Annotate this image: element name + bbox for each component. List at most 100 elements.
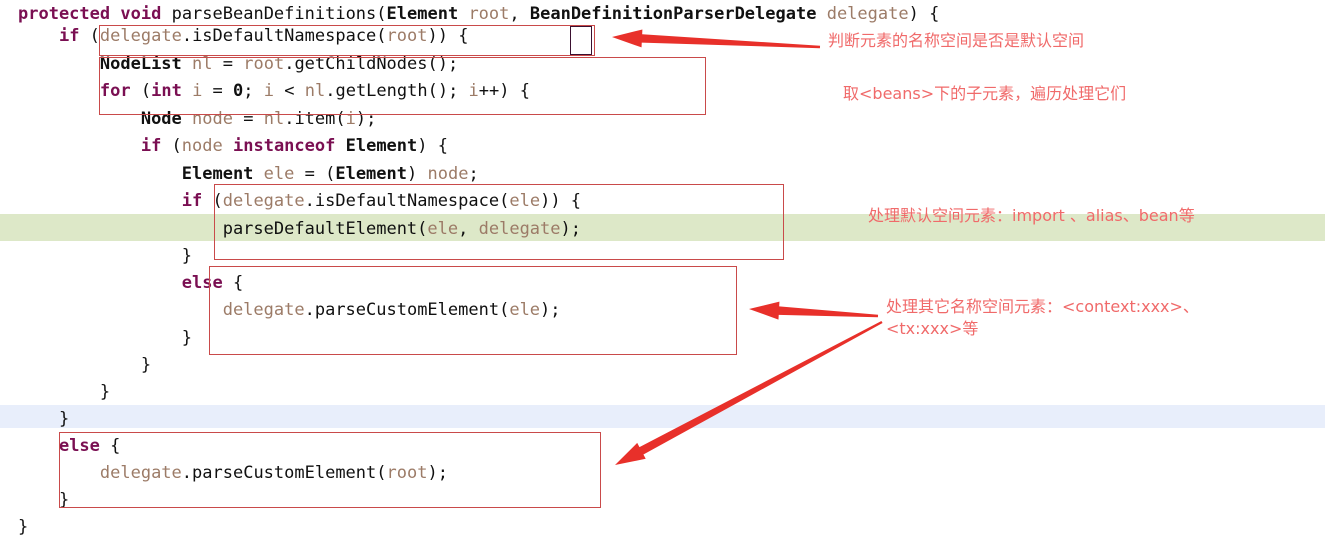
code-token: . <box>304 191 315 211</box>
code-token: if <box>181 191 203 211</box>
code-token: ) { <box>417 136 448 156</box>
code-token: parseDefaultElement <box>222 219 418 239</box>
code-line[interactable]: } <box>18 245 192 267</box>
code-line[interactable]: } <box>18 381 110 403</box>
code-token: else <box>58 436 100 456</box>
code-token: delegate <box>826 4 909 24</box>
code-line[interactable]: Element ele = (Element) node; <box>18 163 479 185</box>
code-token: Node <box>140 109 182 129</box>
code-token: parseCustomElement <box>314 300 500 320</box>
code-token: } <box>18 246 192 266</box>
code-token: ( <box>417 219 428 239</box>
code-line[interactable]: else { <box>18 272 243 294</box>
code-line[interactable]: if (delegate.isDefaultNamespace(root)) { <box>18 25 469 47</box>
code-annotation-screenshot: protected void parseBeanDefinitions(Elem… <box>0 0 1325 537</box>
code-line[interactable]: if (delegate.isDefaultNamespace(ele)) { <box>18 190 581 212</box>
code-line[interactable]: for (int i = 0; i < nl.getLength(); i++)… <box>18 80 530 102</box>
code-token: ) { <box>908 4 940 24</box>
code-token: i <box>192 81 203 101</box>
code-token: item <box>294 109 336 129</box>
code-token: delegate <box>222 300 305 320</box>
code-token: . <box>304 300 315 320</box>
code-line[interactable]: } <box>18 489 69 511</box>
code-token: node <box>192 109 233 129</box>
code-token: BeanDefinitionParserDelegate <box>529 4 817 24</box>
code-line[interactable]: } <box>18 327 192 349</box>
code-line[interactable]: parseDefaultElement(ele, delegate); <box>18 218 581 240</box>
code-line[interactable]: if (node instanceof Element) { <box>18 135 448 157</box>
annotation-label-line: 判断元素的名称空间是否是默认空间 <box>828 31 1085 50</box>
code-token: ( <box>202 191 223 211</box>
code-token: ( <box>499 300 510 320</box>
code-token: parseCustomElement <box>192 463 377 483</box>
code-token: . <box>284 109 295 129</box>
code-token: protected <box>18 4 111 24</box>
code-token: = ( <box>294 164 336 184</box>
code-token: delegate <box>99 26 182 46</box>
code-token: i <box>468 81 479 101</box>
code-token: ) <box>407 164 428 184</box>
code-line[interactable]: delegate.parseCustomElement(root); <box>18 462 448 484</box>
annotation-label: 处理其它名称空间元素：<context:xxx>、 <tx:xxx>等 <box>886 296 1199 340</box>
code-line[interactable]: delegate.parseCustomElement(ele); <box>18 299 561 321</box>
code-token: = <box>232 109 264 129</box>
code-token: ); <box>560 219 581 239</box>
code-line[interactable]: } <box>18 516 28 538</box>
code-token: = <box>202 81 234 101</box>
code-token: nl <box>192 54 213 74</box>
annotation-label: 取<beans>下的子元素，遍历处理它们 <box>843 83 1126 105</box>
annotation-label: 判断元素的名称空间是否是默认空间 <box>828 30 1084 52</box>
code-token: if <box>58 26 80 46</box>
code-line[interactable]: protected void parseBeanDefinitions(Elem… <box>18 3 939 25</box>
annotation-label: 处理默认空间元素：import 、alias、bean等 <box>868 205 1195 227</box>
code-token: parseBeanDefinitions <box>171 4 377 24</box>
code-editor-content[interactable]: protected void parseBeanDefinitions(Elem… <box>0 0 1325 537</box>
code-token: Element <box>386 4 459 24</box>
code-token: root <box>468 4 510 24</box>
code-token: Element <box>335 164 407 184</box>
code-token: } <box>18 355 152 375</box>
code-token: Element <box>181 164 254 184</box>
code-token: ele <box>263 164 295 184</box>
code-token: ); <box>355 109 377 129</box>
code-token: nl <box>263 109 285 129</box>
code-line[interactable]: else { <box>18 435 120 457</box>
code-token: nl <box>304 81 326 101</box>
code-token: ); <box>427 463 448 483</box>
code-token: ( <box>376 4 387 24</box>
code-token: ( <box>161 136 182 156</box>
code-token: (); <box>427 81 469 101</box>
code-token: 0 <box>233 81 244 101</box>
code-token: instanceof <box>233 136 336 156</box>
code-token: ++) { <box>478 81 530 101</box>
code-token: ele <box>427 219 459 239</box>
code-line[interactable]: NodeList nl = root.getChildNodes(); <box>18 53 458 75</box>
code-token: else <box>181 273 223 293</box>
annotation-label-line: <tx:xxx>等 <box>886 319 979 338</box>
code-token: } <box>18 409 70 429</box>
code-line[interactable]: Node node = nl.item(i); <box>18 108 377 130</box>
code-token: getLength <box>335 81 428 101</box>
code-line[interactable]: } <box>18 408 69 430</box>
code-line[interactable]: } <box>18 354 151 376</box>
code-token: root <box>386 26 428 46</box>
code-token: } <box>18 517 29 537</box>
code-token: for <box>99 81 131 101</box>
code-token: < <box>274 81 305 101</box>
